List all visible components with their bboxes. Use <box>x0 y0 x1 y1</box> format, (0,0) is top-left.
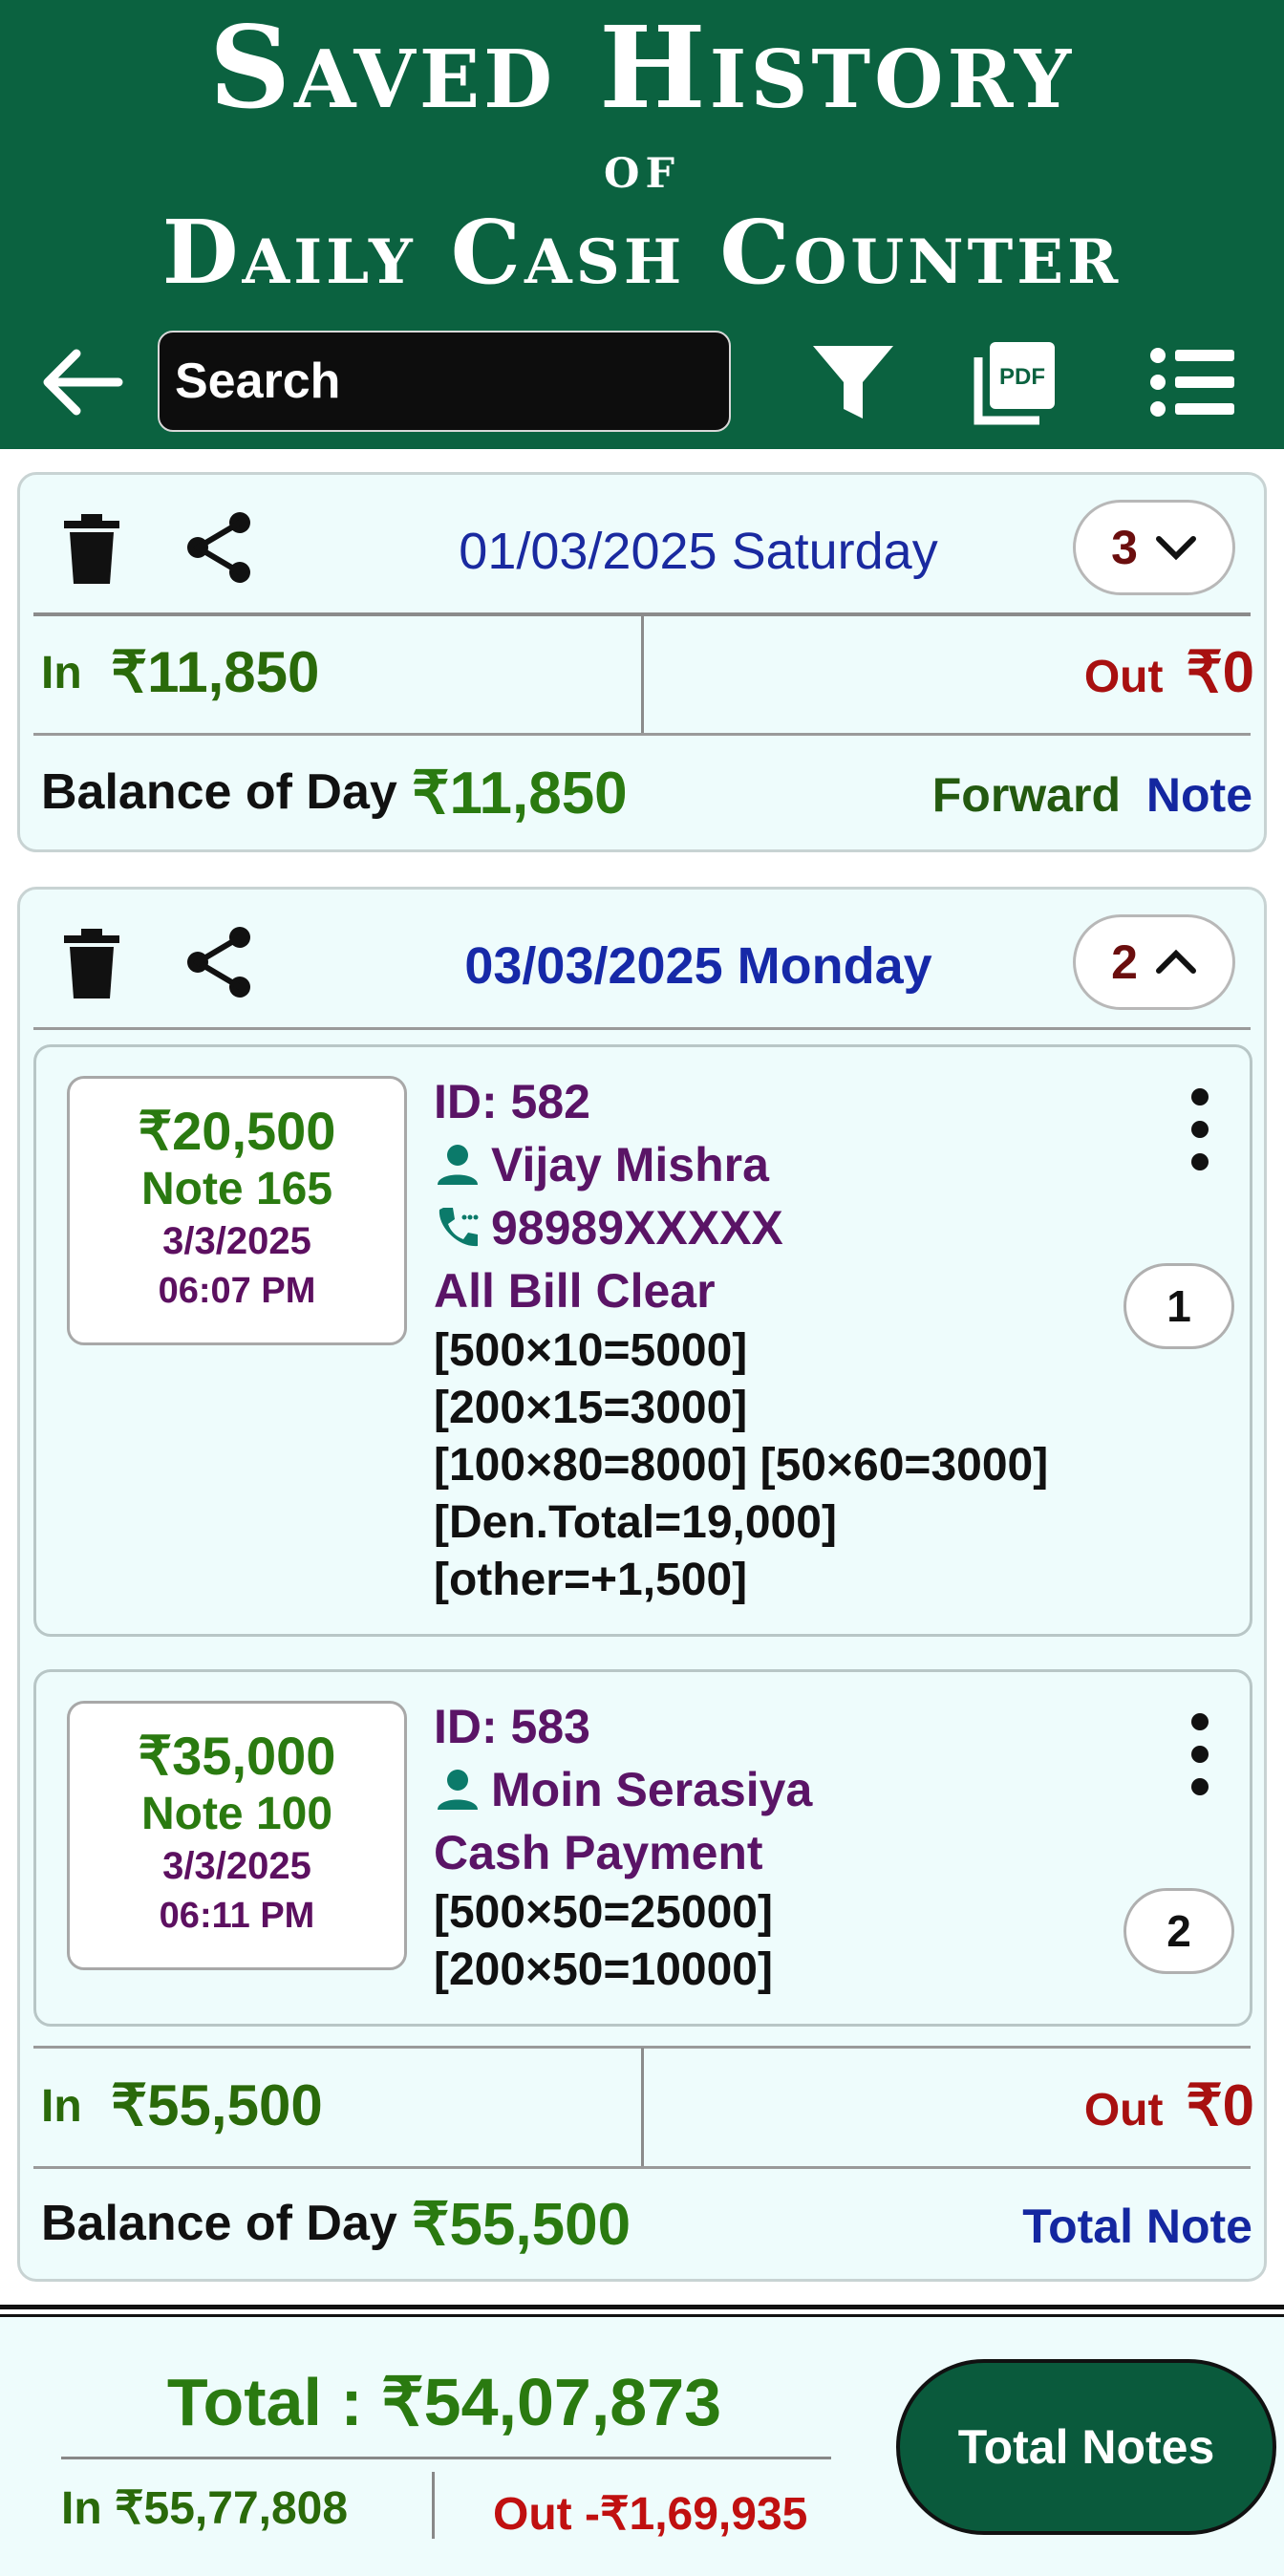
chevron-up-icon <box>1155 949 1196 974</box>
list-item[interactable]: ₹35,000 Note 100 3/3/2025 06:11 PM ID: 5… <box>33 1669 1252 2027</box>
person-icon <box>438 1145 478 1185</box>
search-input[interactable] <box>158 331 731 432</box>
totals-footer: Total : ₹54,07,873 In ₹55,77,808 Out -₹1… <box>0 2317 1284 2576</box>
phone-icon <box>439 1208 479 1247</box>
pdf-export-icon[interactable]: PDF <box>969 336 1060 428</box>
page-title-line3: Daily Cash Counter <box>161 201 1123 304</box>
entry-person: Vijay Mishra <box>434 1133 1141 1196</box>
denomination-line: [Den.Total=19,000] <box>434 1497 837 1548</box>
total-out: Out -₹1,69,935 <box>493 2489 808 2540</box>
entry-note-count: Note 165 <box>140 1164 333 1214</box>
entry-amount-box: ₹35,000 Note 100 3/3/2025 06:11 PM <box>67 1701 407 1970</box>
out-label: Out <box>1083 652 1164 702</box>
out-amount: ₹0 <box>1186 2073 1254 2137</box>
denomination-line: [100×80=8000] [50×60=3000] <box>434 1440 1049 1491</box>
entry-date: 3/3/2025 <box>162 1220 311 1262</box>
note-link[interactable]: Note <box>1146 767 1252 823</box>
balance-label: Balance of Day <box>41 764 397 820</box>
total-notes-button[interactable]: Total Notes <box>896 2359 1276 2535</box>
entry-amount-box: ₹20,500 Note 165 3/3/2025 06:07 PM <box>67 1076 407 1345</box>
in-label: In <box>41 2081 82 2132</box>
denomination-line: [500×10=5000] <box>434 1325 748 1376</box>
entry-name: Moin Serasiya <box>491 1763 813 1816</box>
footer-divider <box>0 2305 1284 2309</box>
in-amount: ₹11,850 <box>111 640 320 704</box>
list-item[interactable]: ₹20,500 Note 165 3/3/2025 06:07 PM ID: 5… <box>33 1044 1252 1637</box>
day-date: 01/03/2025 Saturday <box>459 523 938 580</box>
day-card: 01/03/2025 Saturday 3 In ₹11,850 Out ₹0 … <box>17 472 1267 852</box>
entry-amount: ₹35,000 <box>138 1726 336 1786</box>
entry-details: ID: 583 Moin Serasiya Cash Payment [500×… <box>434 1695 1141 1999</box>
entry-remark: Cash Payment <box>434 1826 763 1879</box>
back-arrow-icon[interactable] <box>38 344 124 420</box>
app-header: Saved History of Daily Cash Counter PDF <box>0 0 1284 449</box>
share-icon[interactable] <box>181 924 257 1000</box>
entry-phone-row: 98989XXXXX <box>434 1196 1141 1259</box>
filter-icon[interactable] <box>807 336 899 428</box>
total-note-link[interactable]: Total Note <box>1022 2199 1252 2254</box>
delete-icon[interactable] <box>58 511 125 588</box>
expand-toggle[interactable]: 3 <box>1073 500 1235 595</box>
in-amount: ₹55,500 <box>111 2073 323 2137</box>
balance-label: Balance of Day <box>41 2196 397 2251</box>
list-menu-icon[interactable] <box>1146 336 1238 428</box>
chevron-down-icon <box>1155 536 1196 561</box>
denomination-line: [200×50=10000] <box>434 1944 773 1995</box>
entry-remark: All Bill Clear <box>434 1264 716 1318</box>
entry-date: 3/3/2025 <box>162 1845 311 1887</box>
denomination-line: [200×15=3000] <box>434 1383 748 1433</box>
entry-time: 06:11 PM <box>159 1896 315 1936</box>
denomination-line: [other=+1,500] <box>434 1555 748 1605</box>
delete-icon[interactable] <box>58 926 125 1002</box>
pdf-label: PDF <box>999 364 1045 390</box>
in-label: In <box>41 648 82 698</box>
entry-index: 1 <box>1124 1263 1234 1349</box>
out-summary: Out ₹0 <box>1084 639 1254 706</box>
day-date: 03/03/2025 Monday <box>464 937 932 995</box>
entry-person: Moin Serasiya <box>434 1758 1141 1821</box>
entry-id: ID: 583 <box>434 1700 590 1753</box>
expand-toggle[interactable]: 2 <box>1073 914 1235 1010</box>
entry-note-count: Note 100 <box>140 1789 333 1839</box>
share-icon[interactable] <box>181 509 257 586</box>
entry-index: 2 <box>1124 1888 1234 1974</box>
entry-id: ID: 582 <box>434 1075 590 1128</box>
day-card: 03/03/2025 Monday 2 ₹20,500 Note 165 3/3… <box>17 887 1267 2282</box>
balance-amount: ₹55,500 <box>412 2192 631 2258</box>
page-title-line1: Saved History <box>208 1 1076 134</box>
out-label: Out <box>1083 2085 1164 2136</box>
entry-name: Vijay Mishra <box>491 1138 769 1191</box>
out-amount: ₹0 <box>1186 640 1254 704</box>
grand-total: Total : ₹54,07,873 <box>166 2365 722 2439</box>
entry-count: 2 <box>1111 935 1138 989</box>
entry-phone: 98989XXXXX <box>491 1201 783 1255</box>
total-in: In ₹55,77,808 <box>61 2483 349 2534</box>
out-summary: Out ₹0 <box>1084 2072 1254 2139</box>
more-options-icon[interactable] <box>1183 1708 1217 1800</box>
denomination-line: [500×50=25000] <box>434 1887 773 1938</box>
entry-amount: ₹20,500 <box>138 1101 336 1161</box>
entry-time: 06:07 PM <box>158 1271 316 1311</box>
balance-amount: ₹11,850 <box>412 761 628 826</box>
more-options-icon[interactable] <box>1183 1084 1217 1175</box>
entry-details: ID: 582 Vijay Mishra 98989XXXXX All Bill… <box>434 1070 1141 1609</box>
page-title-line2: of <box>604 132 680 202</box>
forward-link[interactable]: Forward <box>932 767 1121 823</box>
entry-count: 3 <box>1111 521 1138 574</box>
person-icon <box>438 1770 478 1810</box>
